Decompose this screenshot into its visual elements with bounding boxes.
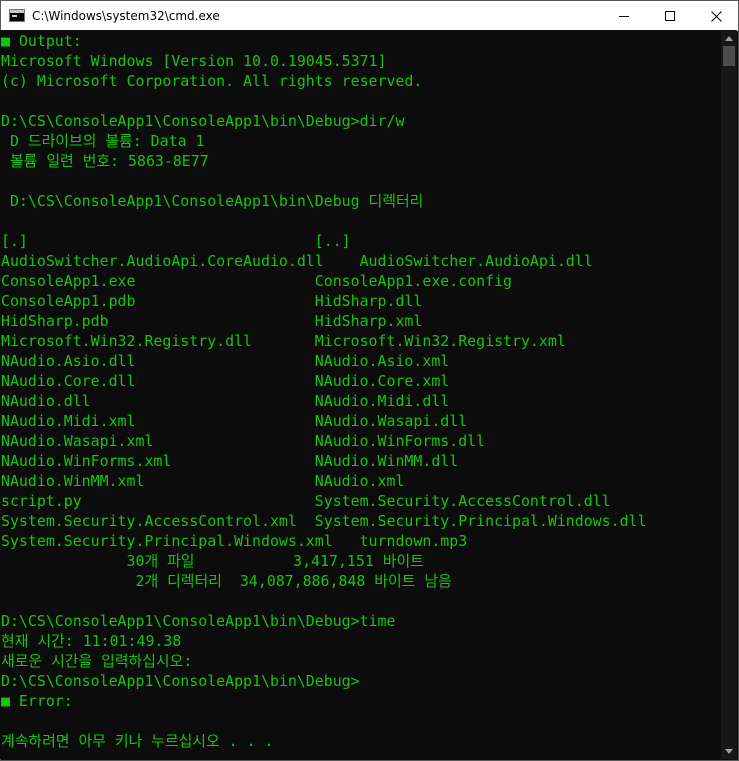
minimize-button[interactable]	[601, 1, 647, 31]
console-line: D:\CS\ConsoleApp1\ConsoleApp1\bin\Debug …	[1, 192, 424, 210]
scroll-down-button[interactable]	[721, 743, 737, 759]
console-line: [.] [..]	[1, 232, 351, 250]
console-line: Microsoft Windows [Version 10.0.19045.53…	[1, 52, 387, 70]
console-line: ■ Error:	[1, 692, 73, 710]
console-line: 새로운 시간을 입력하십시오:	[1, 652, 193, 670]
console-line: script.py System.Security.AccessControl.…	[1, 492, 611, 510]
console-line: 계속하려면 아무 키나 누르십시오 . . .	[1, 732, 274, 750]
window-title: C:\Windows\system32\cmd.exe	[32, 9, 220, 23]
console-line: NAudio.Asio.dll NAudio.Asio.xml	[1, 352, 450, 370]
close-icon	[710, 10, 722, 22]
console-line: NAudio.Core.dll NAudio.Core.xml	[1, 372, 450, 390]
console-line: ■ Output:	[1, 32, 82, 50]
console-line: D:\CS\ConsoleApp1\ConsoleApp1\bin\Debug>…	[1, 112, 405, 130]
scrollbar-thumb[interactable]	[723, 46, 735, 66]
console-line: 2개 디렉터리 34,087,886,848 바이트 남음	[1, 572, 452, 590]
console-line: HidSharp.pdb HidSharp.xml	[1, 312, 423, 330]
console-line: D 드라이브의 볼륨: Data 1	[1, 132, 205, 150]
console-line: Microsoft.Win32.Registry.dll Microsoft.W…	[1, 332, 566, 350]
console-line: System.Security.AccessControl.xml System…	[1, 512, 647, 530]
scroll-up-button[interactable]	[721, 30, 737, 46]
console-line: NAudio.dll NAudio.Midi.dll	[1, 392, 450, 410]
scroll-down-arrow-icon	[725, 748, 733, 754]
console-line: NAudio.WinMM.xml NAudio.xml	[1, 472, 405, 490]
console-line: D:\CS\ConsoleApp1\ConsoleApp1\bin\Debug>…	[1, 612, 396, 630]
console-line: ConsoleApp1.exe ConsoleApp1.exe.config	[1, 272, 513, 290]
console-line: NAudio.Wasapi.xml NAudio.WinForms.dll	[1, 432, 486, 450]
console-line: NAudio.WinForms.xml NAudio.WinMM.dll	[1, 452, 459, 470]
close-button[interactable]	[693, 1, 739, 31]
cmd-icon[interactable]	[9, 9, 25, 22]
maximize-button[interactable]	[647, 1, 693, 31]
console-line: 30개 파일 3,417,151 바이트	[1, 552, 424, 570]
console-line: NAudio.Midi.xml NAudio.Wasapi.dll	[1, 412, 468, 430]
console-line: 볼륨 일련 번호: 5863-8E77	[1, 152, 209, 170]
console-line: AudioSwitcher.AudioApi.CoreAudio.dll Aud…	[1, 252, 593, 270]
console-line: ConsoleApp1.pdb HidSharp.dll	[1, 292, 423, 310]
console-line: D:\CS\ConsoleApp1\ConsoleApp1\bin\Debug>	[1, 672, 360, 690]
minimize-icon	[619, 16, 629, 17]
console-output[interactable]: ■ Output: Microsoft Windows [Version 10.0…	[0, 30, 721, 759]
maximize-icon	[665, 11, 675, 21]
console-line: System.Security.Principal.Windows.xml tu…	[1, 532, 468, 550]
title-bar[interactable]: C:\Windows\system32\cmd.exe	[1, 1, 738, 31]
scroll-up-arrow-icon	[725, 35, 733, 41]
console-line: (c) Microsoft Corporation. All rights re…	[1, 72, 423, 90]
console-line: 현재 시간: 11:01:49.38	[1, 632, 182, 650]
vertical-scrollbar[interactable]	[721, 30, 737, 759]
